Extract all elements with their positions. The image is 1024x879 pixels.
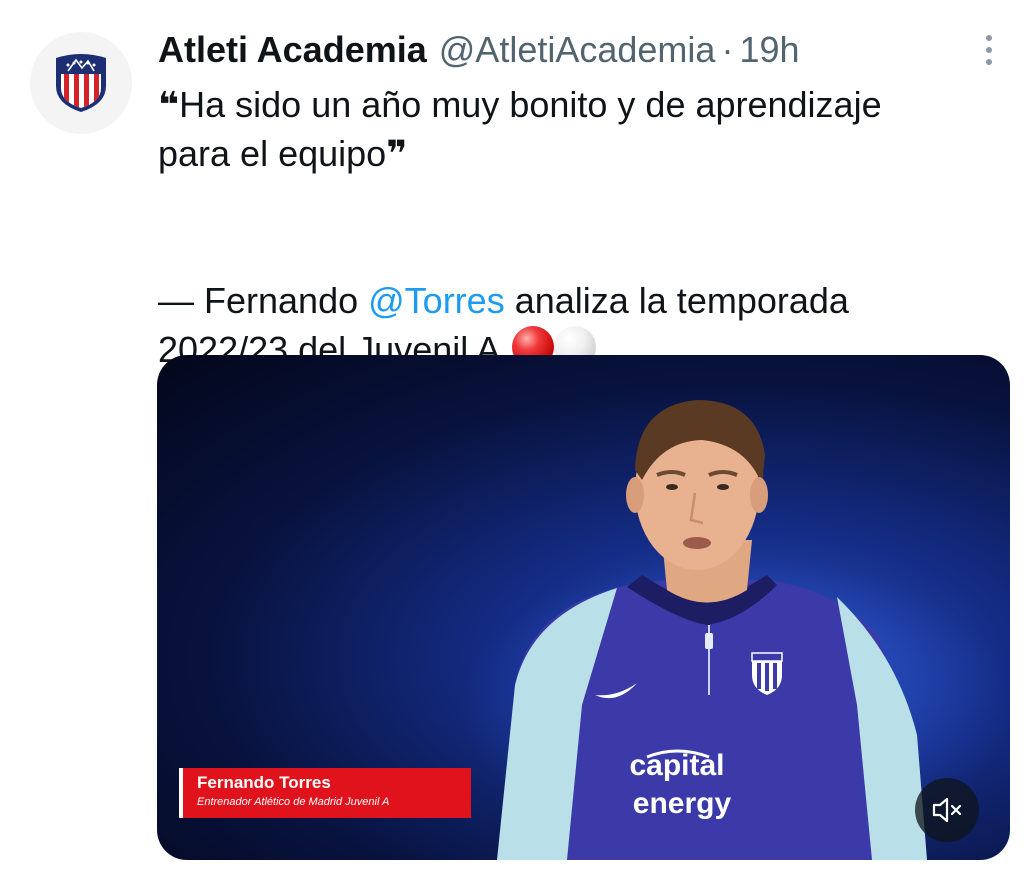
avatar[interactable]: [30, 32, 132, 134]
lower-third-caption: Fernando Torres Entrenador Atlético de M…: [179, 768, 471, 818]
more-dot: [986, 47, 992, 53]
player-figure: capital energy: [497, 400, 927, 860]
tweet-line-1: ❝Ha sido un año muy bonito y de aprendiz…: [158, 80, 1003, 129]
separator: ·: [721, 29, 734, 70]
shirt-sponsor-line1: capital: [629, 749, 724, 782]
mute-button[interactable]: [915, 778, 979, 842]
atletico-crest-icon: [56, 54, 106, 112]
open-quote: ❝: [158, 84, 180, 125]
attribution-prefix: — Fernando: [158, 280, 369, 321]
video-player[interactable]: capital energy Fernando Torres Entrenado…: [157, 355, 1010, 860]
tweet-line-3: — Fernando @Torres analiza la temporada: [158, 276, 1003, 325]
shirt-sponsor-line2: energy: [633, 787, 732, 820]
tweet-quote-text-cont: para el equipo: [158, 133, 387, 174]
attribution-suffix: analiza la temporada: [504, 280, 849, 321]
tweet-line-2: para el equipo❞: [158, 129, 1003, 178]
volume-muted-icon: [932, 797, 962, 823]
caption-role: Entrenador Atlético de Madrid Juvenil A: [197, 796, 390, 808]
more-options-button[interactable]: [972, 30, 1006, 70]
tweet-timestamp[interactable]: 19h: [739, 29, 799, 71]
mention-link[interactable]: @Torres: [368, 280, 505, 321]
caption-name: Fernando Torres: [197, 773, 331, 792]
more-dot: [986, 59, 992, 65]
author-handle[interactable]: @AtletiAcademia: [439, 29, 716, 71]
author-name[interactable]: Atleti Academia: [158, 29, 427, 71]
tweet-text: ❝Ha sido un año muy bonito y de aprendiz…: [158, 80, 1003, 374]
more-dot: [986, 35, 992, 41]
tweet-quote-text: Ha sido un año muy bonito y de aprendiza…: [179, 84, 882, 125]
tweet-header: Atleti Academia @AtletiAcademia · 19h: [158, 28, 800, 72]
close-quote: ❞: [386, 133, 408, 174]
